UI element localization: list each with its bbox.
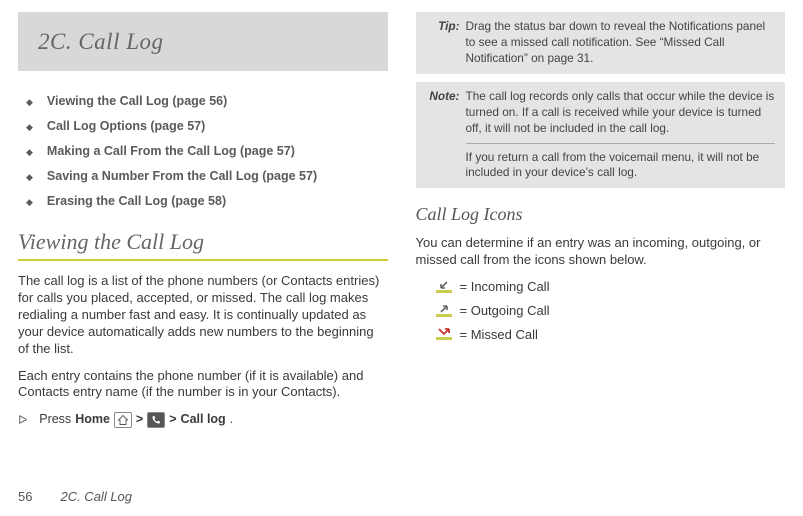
diamond-icon: ◆ [26, 196, 33, 208]
note-label: Note: [426, 89, 460, 182]
left-column: 2C. Call Log ◆ Viewing the Call Log (pag… [18, 12, 388, 472]
tip-label: Tip: [426, 19, 460, 67]
home-icon [114, 412, 132, 428]
page-footer: 56 2C. Call Log [18, 488, 132, 506]
legend-item-missed: = Missed Call [436, 326, 786, 344]
incoming-call-icon [436, 280, 452, 294]
tip-callout: Tip: Drag the status bar down to reveal … [416, 12, 786, 74]
legend-text: = Outgoing Call [460, 302, 550, 320]
instruction-step: ᐅ Press Home > > Call log. [18, 411, 388, 428]
note-callout: Note: The call log records only calls th… [416, 82, 786, 189]
toc-text: Erasing the Call Log (page 58) [47, 193, 226, 210]
outgoing-call-icon [436, 304, 452, 318]
step-dot: . [230, 411, 233, 428]
toc-text: Call Log Options (page 57) [47, 118, 205, 135]
icon-legend: = Incoming Call = Outgoing Call [436, 278, 786, 343]
toc-item: ◆ Saving a Number From the Call Log (pag… [26, 168, 388, 185]
toc-item: ◆ Viewing the Call Log (page 56) [26, 93, 388, 110]
section-heading-viewing: Viewing the Call Log [18, 227, 388, 261]
legend-text: = Incoming Call [460, 278, 550, 296]
step-text: Press Home > > Call log. [39, 411, 233, 428]
note-body-2: If you return a call from the voicemail … [466, 150, 776, 182]
phone-icon [147, 412, 165, 428]
body-paragraph: You can determine if an entry was an inc… [416, 235, 786, 269]
body-paragraph: Each entry contains the phone number (if… [18, 368, 388, 402]
legend-item-outgoing: = Outgoing Call [436, 302, 786, 320]
legend-text: = Missed Call [460, 326, 538, 344]
diamond-icon: ◆ [26, 146, 33, 158]
toc-item: ◆ Making a Call From the Call Log (page … [26, 143, 388, 160]
footer-chapter: 2C. Call Log [60, 488, 132, 506]
diamond-icon: ◆ [26, 96, 33, 108]
body-paragraph: The call log is a list of the phone numb… [18, 273, 388, 357]
page-number: 56 [18, 488, 32, 506]
note-body: The call log records only calls that occ… [466, 89, 776, 182]
tip-body: Drag the status bar down to reveal the N… [466, 19, 776, 67]
step-bold-home: Home [75, 411, 110, 428]
step-word: Press [39, 411, 71, 428]
note-divider [466, 143, 776, 144]
table-of-contents: ◆ Viewing the Call Log (page 56) ◆ Call … [26, 93, 388, 209]
missed-call-icon [436, 327, 452, 341]
diamond-icon: ◆ [26, 121, 33, 133]
legend-item-incoming: = Incoming Call [436, 278, 786, 296]
note-body-1: The call log records only calls that occ… [466, 89, 776, 137]
step-gt: > [169, 411, 176, 428]
chapter-header: 2C. Call Log [18, 12, 388, 71]
chapter-title: 2C. Call Log [38, 26, 372, 57]
toc-text: Making a Call From the Call Log (page 57… [47, 143, 295, 160]
toc-item: ◆ Call Log Options (page 57) [26, 118, 388, 135]
right-column: Tip: Drag the status bar down to reveal … [416, 12, 786, 472]
diamond-icon: ◆ [26, 171, 33, 183]
toc-text: Viewing the Call Log (page 56) [47, 93, 227, 110]
sub-heading-icons: Call Log Icons [416, 202, 786, 226]
toc-item: ◆ Erasing the Call Log (page 58) [26, 193, 388, 210]
toc-text: Saving a Number From the Call Log (page … [47, 168, 317, 185]
step-gt: > [136, 411, 143, 428]
step-marker-icon: ᐅ [18, 412, 27, 428]
step-bold-calllog: Call log [181, 411, 226, 428]
